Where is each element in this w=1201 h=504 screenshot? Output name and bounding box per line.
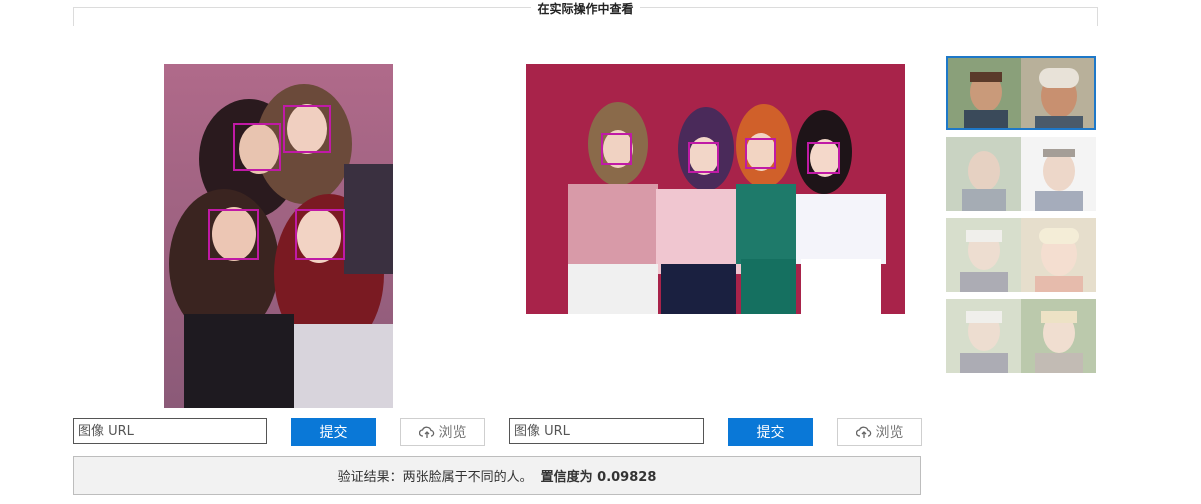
section-title: 在实际操作中查看 [531,2,640,16]
sample-pair-4[interactable] [946,299,1096,373]
left-submit-button[interactable]: 提交 [291,418,376,446]
face-box [601,133,632,165]
right-submit-button[interactable]: 提交 [728,418,813,446]
thumb-image [946,218,1021,292]
right-photo [526,64,905,314]
right-url-input[interactable] [509,418,704,444]
left-browse-button[interactable]: 浏览 [400,418,485,446]
thumb-image [948,58,1021,128]
thumb-image [1021,137,1096,211]
cloud-upload-icon [855,426,871,438]
sample-pair-1[interactable] [946,56,1096,130]
sample-pair-2[interactable] [946,137,1096,211]
face-box [745,138,776,169]
thumb-image [1021,218,1096,292]
browse-label: 浏览 [875,425,904,441]
left-url-input[interactable] [73,418,267,444]
cloud-upload-icon [418,426,434,438]
thumb-image [1021,299,1096,373]
face-box [283,105,331,153]
thumb-image [1021,58,1094,128]
verification-result: 验证结果：两张脸属于不同的人。 置信度为 0.09828 [73,456,921,495]
section-frame: 在实际操作中查看 [73,2,1098,26]
face-box [208,209,259,260]
right-browse-button[interactable]: 浏览 [837,418,922,446]
sample-pair-3[interactable] [946,218,1096,292]
browse-label: 浏览 [438,425,467,441]
face-box [688,142,719,173]
result-text: 验证结果：两张脸属于不同的人。 [337,470,533,485]
face-box [233,123,281,171]
left-photo [164,64,393,408]
thumb-image [946,137,1021,211]
confidence-value: 置信度为 0.09828 [540,470,657,485]
face-box [295,209,345,260]
face-box [807,142,840,174]
thumb-image [946,299,1021,373]
